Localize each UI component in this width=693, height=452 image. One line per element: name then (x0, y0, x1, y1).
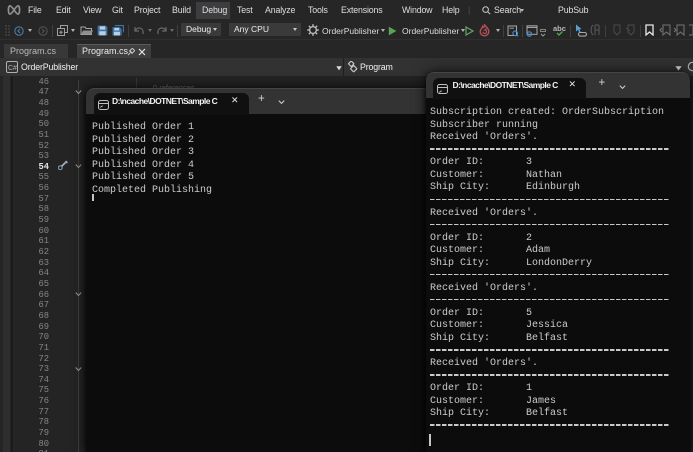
svg-text:C#: C# (8, 65, 17, 72)
svg-text:abc: abc (553, 24, 566, 33)
